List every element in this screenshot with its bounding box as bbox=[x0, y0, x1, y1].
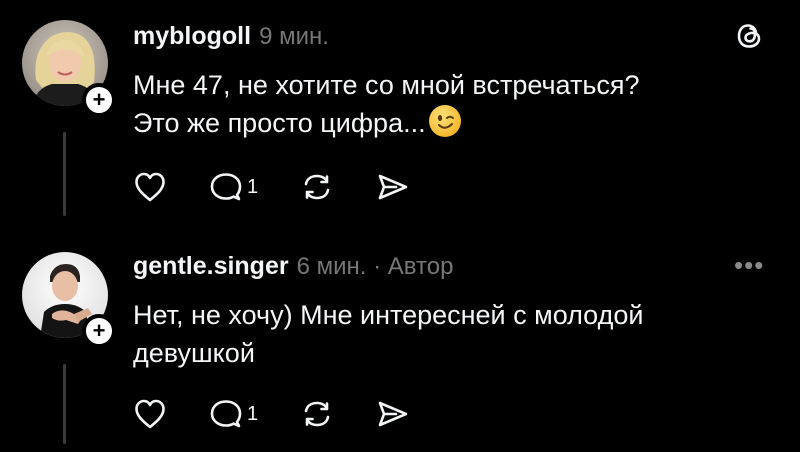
repost-button[interactable] bbox=[300, 398, 334, 430]
reply-count: 1 bbox=[247, 402, 259, 425]
send-icon bbox=[378, 401, 408, 427]
share-button[interactable] bbox=[376, 398, 410, 430]
more-dots-icon[interactable]: ••• bbox=[734, 250, 764, 281]
threads-logo-icon[interactable] bbox=[734, 20, 766, 57]
follow-plus-icon[interactable]: + bbox=[82, 314, 116, 348]
comment-icon bbox=[210, 173, 242, 201]
repost-icon bbox=[304, 174, 330, 200]
post-text-line: Мне 47, не хотите со мной встречаться? bbox=[133, 70, 640, 100]
thread-connector-line bbox=[63, 132, 66, 216]
post-meta: 6 мин. · Автор bbox=[296, 253, 454, 280]
like-button[interactable] bbox=[133, 171, 167, 203]
username[interactable]: myblogoll bbox=[133, 22, 251, 51]
post-header: myblogoll 9 мин. bbox=[133, 22, 329, 51]
reply-button[interactable]: 1 bbox=[209, 398, 258, 430]
thread-post: + myblogoll 9 мин. Мне 47, не хотите со … bbox=[0, 0, 800, 240]
post-text-line-wrap: Это же просто цифра... bbox=[133, 104, 773, 142]
repost-icon bbox=[304, 401, 330, 427]
wink-emoji-icon bbox=[428, 105, 461, 137]
thread-post: + gentle.singer 6 мин. · Автор ••• Нет, … bbox=[0, 240, 800, 452]
reply-button[interactable]: 1 bbox=[209, 171, 258, 203]
repost-button[interactable] bbox=[300, 171, 334, 203]
heart-icon bbox=[135, 399, 165, 429]
post-meta: 9 мин. bbox=[259, 23, 329, 50]
follow-plus-icon[interactable]: + bbox=[82, 83, 116, 117]
post-text: Мне 47, не хотите со мной встречаться? Э… bbox=[133, 66, 773, 142]
thread-connector-line bbox=[63, 364, 66, 444]
reply-count: 1 bbox=[247, 175, 259, 198]
action-bar: 1 bbox=[133, 398, 452, 430]
share-button[interactable] bbox=[376, 171, 410, 203]
post-text-line: девушкой bbox=[133, 338, 255, 368]
action-bar: 1 bbox=[133, 171, 452, 203]
comment-icon bbox=[210, 400, 242, 428]
like-button[interactable] bbox=[133, 398, 167, 430]
post-text: Нет, не хочу) Мне интересней с молодой д… bbox=[133, 296, 773, 372]
send-icon bbox=[378, 174, 408, 200]
post-text-line: Это же просто цифра... bbox=[133, 108, 426, 138]
post-text-line: Нет, не хочу) Мне интересней с молодой bbox=[133, 300, 644, 330]
post-header: gentle.singer 6 мин. · Автор bbox=[133, 252, 453, 281]
username[interactable]: gentle.singer bbox=[133, 252, 289, 281]
heart-icon bbox=[135, 172, 165, 202]
